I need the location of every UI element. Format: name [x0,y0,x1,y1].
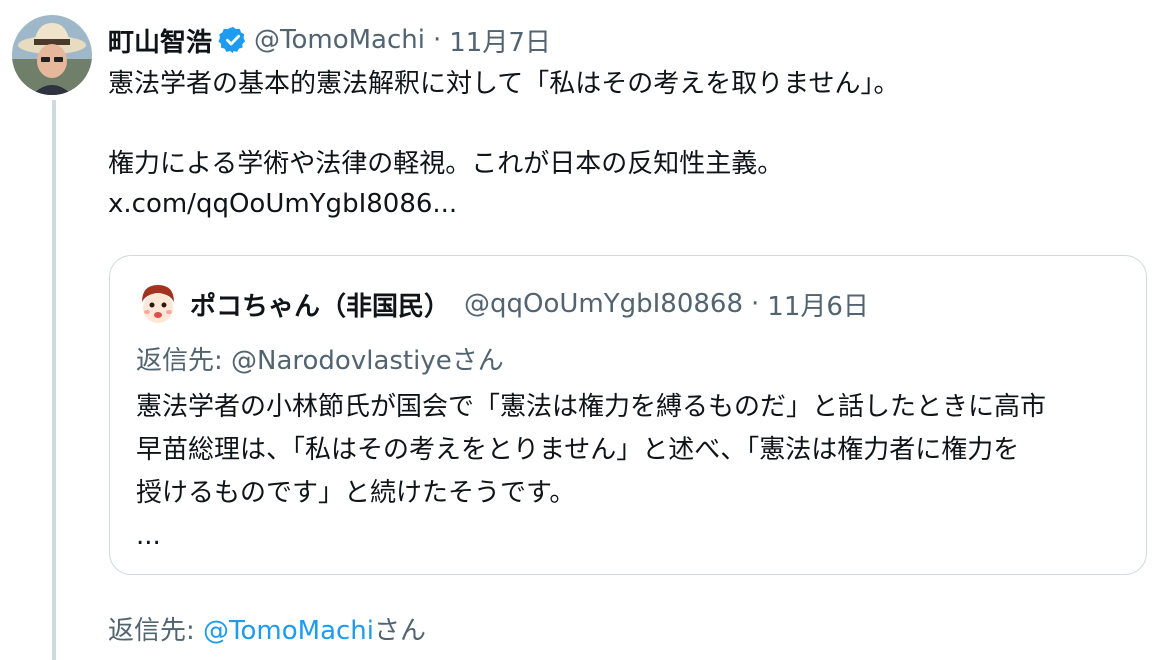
tweet-text-line: 憲法学者の基本的憲法解釈に対して「私はその考えを取りません」。 [108,69,900,99]
reply-prefix: 返信先: [108,616,204,646]
meta-separator: · [751,289,760,319]
author-name[interactable]: 町山智浩 [108,22,212,59]
author-avatar[interactable] [12,15,92,95]
quote-reply-context: 返信先: @Narodovlastiyeさん [136,346,504,376]
quote-author-avatar[interactable] [136,282,180,326]
meta-separator: · [432,25,442,55]
author-handle[interactable]: @TomoMachi [254,25,425,55]
quote-date[interactable]: 11月6日 [767,286,869,323]
quote-author-name[interactable]: ポコちゃん（非国民） [190,286,450,323]
reply-suffix: さん [374,616,427,646]
quote-text-line: ... [136,521,161,551]
quote-author-handle[interactable]: @qqOoUmYgbI80868 [464,289,743,319]
quote-text-line: 憲法学者の小林節氏が国会で「憲法は権力を縛るものだ」と話したときに高市 [136,392,1047,422]
verified-badge-icon [218,25,248,55]
quote-text-line: 授けるものです」と続けたそうです。 [136,478,576,508]
tweet-header: 町山智浩 @TomoMachi · 11月7日 [108,22,551,58]
tweet-link[interactable]: x.com/qqOoUmYgbI8086... [108,189,457,219]
quote-body: 憲法学者の小林節氏が国会で「憲法は権力を縛るものだ」と話したときに高市 早苗総理… [136,386,1126,558]
thread-connector-line [52,100,56,660]
tweet-text-line: 権力による学術や法律の軽視。これが日本の反知性主義。 [108,149,784,179]
quote-header: ポコちゃん（非国民） @qqOoUmYgbI80868 · 11月6日 [190,286,869,322]
quote-text-line: 早苗総理は、「私はその考えをとりません」と述べ、「憲法は権力者に権力を [136,435,1020,465]
tweet-body: 憲法学者の基本的憲法解釈に対して「私はその考えを取りません」。 権力による学術や… [108,64,1148,224]
tweet-date[interactable]: 11月7日 [449,22,551,59]
reply-context: 返信先: @TomoMachiさん [108,610,426,647]
quoted-tweet-card[interactable]: ポコちゃん（非国民） @qqOoUmYgbI80868 · 11月6日 返信先:… [109,255,1147,575]
reply-handle-link[interactable]: @TomoMachi [203,616,374,646]
